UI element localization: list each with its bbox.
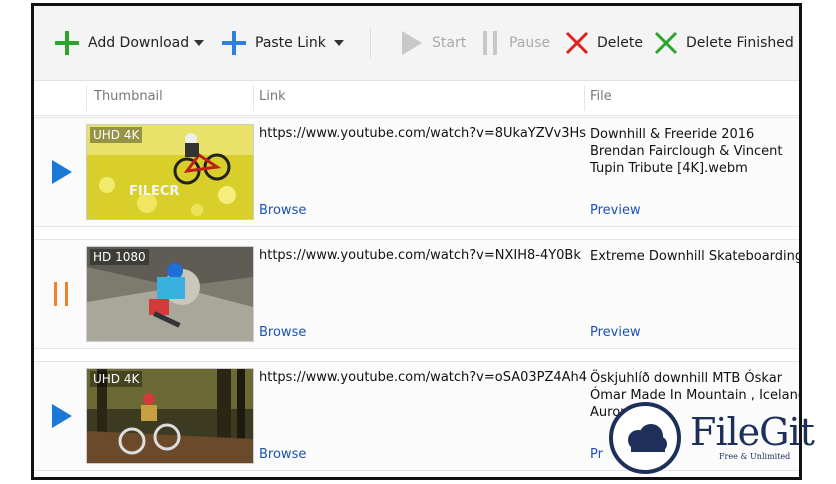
filegit-tagline: Free & Unlimited <box>719 452 791 461</box>
quality-badge: UHD 4K <box>90 371 143 387</box>
plus-icon <box>222 31 246 55</box>
paste-link-dropdown[interactable] <box>334 40 344 46</box>
filegit-watermark: FileGit Free & Unlimited <box>606 398 836 478</box>
video-thumbnail: UHD 4K <box>86 368 254 464</box>
video-thumbnail: HD 1080 <box>86 246 254 342</box>
browse-link[interactable]: Browse <box>259 447 306 462</box>
play-icon[interactable] <box>48 158 74 186</box>
column-thumbnail[interactable]: Thumbnail <box>94 89 163 104</box>
start-label: Start <box>432 35 467 51</box>
delete-finished-label: Delete Finished <box>686 35 794 51</box>
plus-icon <box>55 31 79 55</box>
paste-link-button[interactable]: Paste Link <box>221 28 326 58</box>
column-divider[interactable] <box>86 85 87 111</box>
play-icon[interactable] <box>48 402 74 430</box>
add-download-dropdown[interactable] <box>194 40 204 46</box>
close-icon <box>654 31 678 55</box>
toolbar: Add Download Paste Link Start Pause Dele… <box>34 6 799 81</box>
pause-icon <box>483 31 497 55</box>
link-url: https://www.youtube.com/watch?v=oSA03PZ4… <box>259 370 588 385</box>
browse-link[interactable]: Browse <box>259 203 306 218</box>
paste-link-label: Paste Link <box>255 35 326 51</box>
video-thumbnail: FILECR UHD 4K <box>86 124 254 220</box>
file-name: Downhill & Freeride 2016 Brendan Fairclo… <box>590 127 783 176</box>
download-row[interactable]: FILECR UHD 4K https://www.youtube.com/wa… <box>34 117 799 227</box>
filegit-name: FileGit <box>690 410 815 454</box>
link-url: https://www.youtube.com/watch?v=NXIH8-4Y… <box>259 248 581 263</box>
close-icon <box>565 31 589 55</box>
file-name: Extreme Downhill Skateboarding!.m <box>590 249 802 264</box>
cloud-icon <box>628 424 667 452</box>
column-file[interactable]: File <box>590 89 612 104</box>
browse-link[interactable]: Browse <box>259 325 306 340</box>
pause-icon[interactable] <box>48 280 74 308</box>
link-url: https://www.youtube.com/watch?v=8UkaYZVv… <box>259 126 587 141</box>
filegit-logo <box>609 402 681 474</box>
quality-badge: HD 1080 <box>90 249 149 265</box>
quality-badge: UHD 4K <box>90 127 143 143</box>
list-header: Thumbnail Link File <box>34 81 799 116</box>
preview-link[interactable]: Pr <box>590 447 603 462</box>
delete-label: Delete <box>597 35 643 51</box>
start-button[interactable]: Start <box>400 28 466 58</box>
pause-button[interactable]: Pause <box>481 28 550 58</box>
add-download-label: Add Download <box>88 35 190 51</box>
preview-link[interactable]: Preview <box>590 325 641 340</box>
column-divider[interactable] <box>584 85 585 111</box>
add-download-button[interactable]: Add Download <box>54 28 189 58</box>
toolbar-separator <box>370 28 371 58</box>
delete-finished-button[interactable]: Delete Finished <box>654 28 794 58</box>
column-divider[interactable] <box>253 85 254 111</box>
thumbnail-logo-text: FILECR <box>129 184 179 199</box>
column-link[interactable]: Link <box>259 89 286 104</box>
play-icon <box>402 31 422 55</box>
preview-link[interactable]: Preview <box>590 203 641 218</box>
download-row[interactable]: HD 1080 https://www.youtube.com/watch?v=… <box>34 239 799 349</box>
pause-label: Pause <box>509 35 551 51</box>
delete-button[interactable]: Delete <box>565 28 643 58</box>
